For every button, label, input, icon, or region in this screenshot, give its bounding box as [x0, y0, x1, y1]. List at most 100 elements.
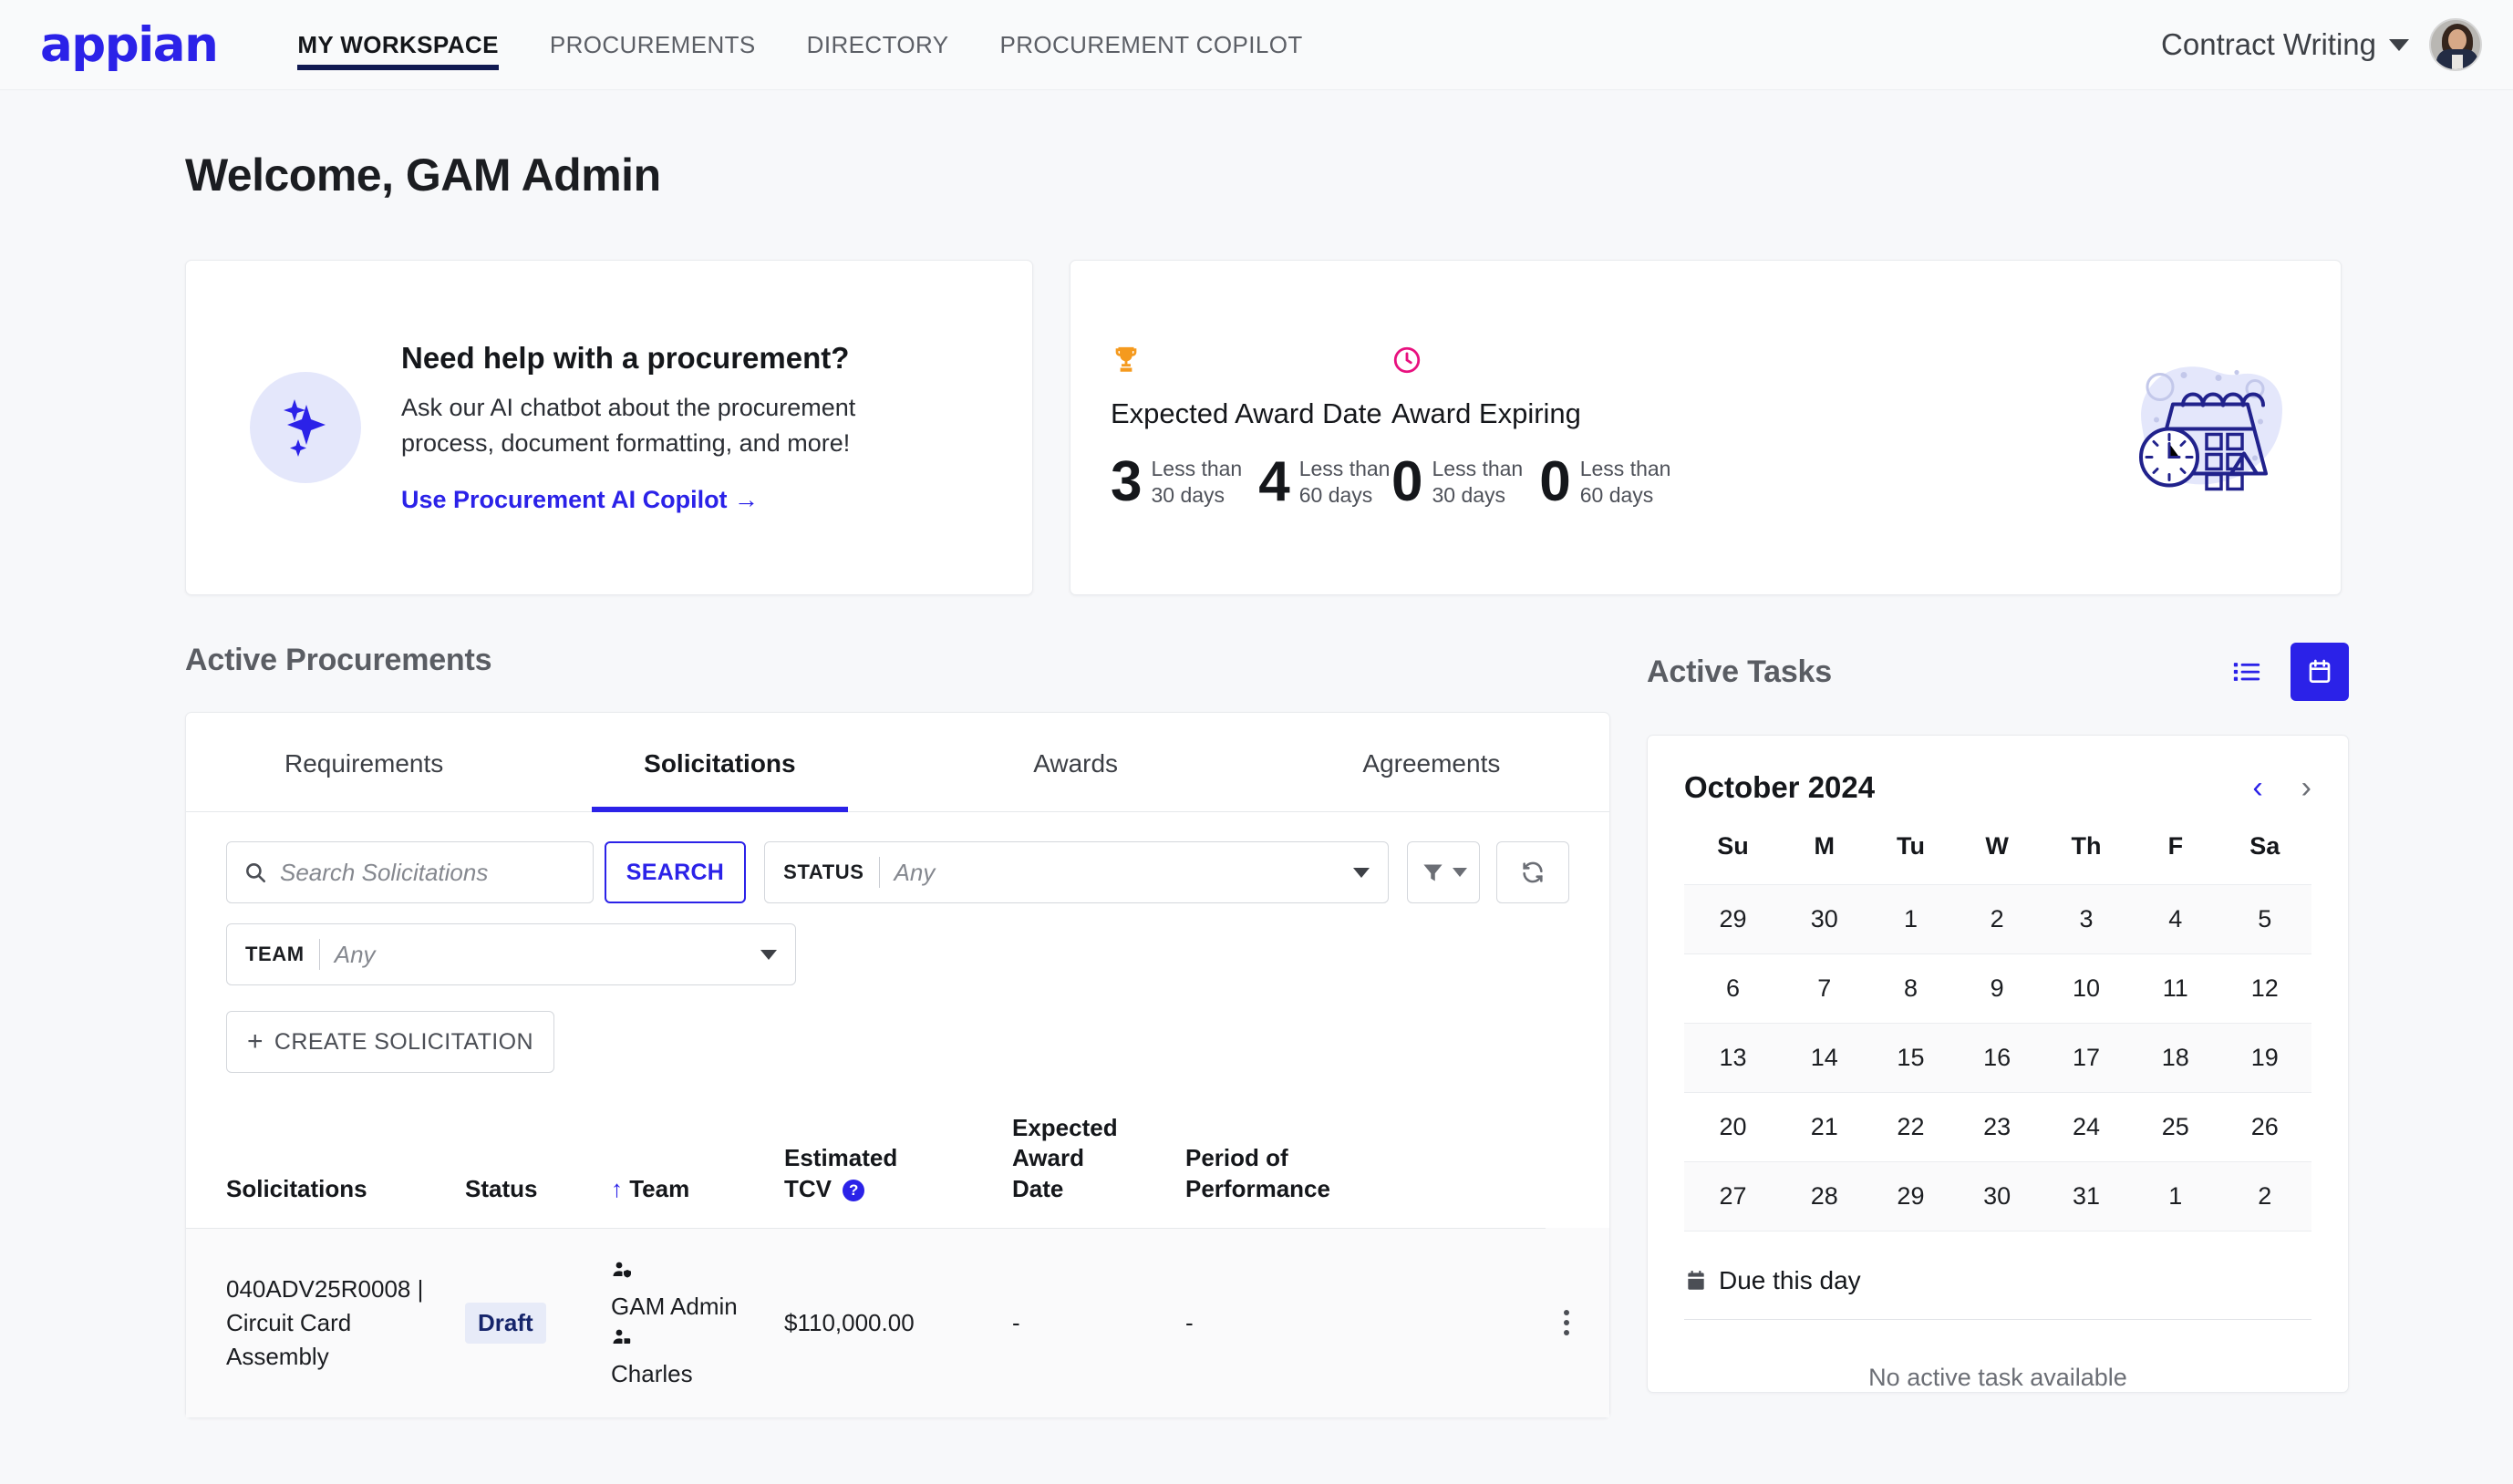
- list-view-button[interactable]: [2218, 643, 2276, 701]
- calendar-day[interactable]: 28: [1782, 1161, 1867, 1232]
- search-button[interactable]: SEARCH: [604, 841, 747, 903]
- column-header-period-of-performance[interactable]: Period of Performance: [1171, 1113, 1546, 1229]
- tab-solicitations[interactable]: Solicitations: [542, 713, 897, 812]
- weekday-sa: Sa: [2218, 832, 2311, 885]
- calendar-week-row: 20 21 22 23 24 25 26: [1684, 1092, 2311, 1162]
- main-nav-items: MY WORKSPACE PROCUREMENTS DIRECTORY PROC…: [272, 0, 1328, 90]
- filter-button[interactable]: [1407, 841, 1480, 903]
- calendar-day[interactable]: 27: [1684, 1161, 1783, 1232]
- calendar-day[interactable]: 26: [2218, 1092, 2311, 1162]
- calendar-day[interactable]: 13: [1684, 1023, 1783, 1093]
- create-solicitation-label: CREATE SOLICITATION: [274, 1028, 533, 1055]
- nav-item-procurement-copilot[interactable]: PROCUREMENT COPILOT: [974, 0, 1328, 90]
- calendar-day[interactable]: 1: [2133, 1161, 2218, 1232]
- column-header-status[interactable]: Status: [450, 1113, 596, 1229]
- calendar-clock-illustration-icon: [2116, 345, 2291, 510]
- status-filter-dropdown[interactable]: STATUS Any: [764, 841, 1389, 903]
- nav-item-procurements[interactable]: PROCUREMENTS: [524, 0, 781, 90]
- column-header-expected-award-date[interactable]: Expected Award Date: [998, 1113, 1171, 1229]
- tab-agreements[interactable]: Agreements: [1254, 713, 1609, 811]
- calendar-day[interactable]: 30: [1782, 884, 1867, 954]
- next-month-button[interactable]: ›: [2301, 772, 2311, 803]
- calendar-day[interactable]: 2: [1954, 884, 2040, 954]
- appian-logo[interactable]: appian: [24, 21, 219, 69]
- use-procurement-ai-copilot-link[interactable]: Use Procurement AI Copilot →: [401, 486, 759, 514]
- tab-awards[interactable]: Awards: [898, 713, 1254, 811]
- plus-icon: +: [247, 1026, 264, 1056]
- calendar-day[interactable]: 17: [2039, 1023, 2134, 1093]
- calendar-day[interactable]: 10: [2039, 953, 2134, 1024]
- team-filter-label: TEAM: [245, 943, 305, 965]
- calendar-week-row: 13 14 15 16 17 18 19: [1684, 1023, 2311, 1093]
- calendar-day[interactable]: 6: [1684, 953, 1783, 1024]
- calendar-body: 29 30 1 2 3 4 5 6 7 8 9 10 11 12 13 14 1…: [1684, 884, 2311, 1232]
- calendar-day[interactable]: 9: [1954, 953, 2040, 1024]
- calendar-day[interactable]: 4: [2133, 884, 2218, 954]
- calendar-day-selected[interactable]: 1: [1867, 884, 1955, 954]
- calendar-view-button[interactable]: [2291, 643, 2349, 701]
- calendar-day[interactable]: 14: [1782, 1023, 1867, 1093]
- calendar-day[interactable]: 25: [2133, 1092, 2218, 1162]
- calendar-day[interactable]: 15: [1867, 1023, 1955, 1093]
- previous-month-button[interactable]: ‹: [2252, 772, 2262, 803]
- calendar-day[interactable]: 3: [2039, 884, 2134, 954]
- refresh-button[interactable]: [1496, 841, 1569, 903]
- calendar-week-row: 29 30 1 2 3 4 5: [1684, 884, 2311, 954]
- cell-expected-award-date: -: [998, 1228, 1171, 1418]
- calendar-day[interactable]: 16: [1954, 1023, 2040, 1093]
- calendar-day[interactable]: 19: [2218, 1023, 2311, 1093]
- cell-team: GAM Admin Charles: [596, 1228, 770, 1418]
- create-solicitation-button[interactable]: + CREATE SOLICITATION: [226, 1011, 554, 1073]
- calendar-day[interactable]: 29: [1867, 1161, 1955, 1232]
- calendar-day[interactable]: 18: [2133, 1023, 2218, 1093]
- calendar-view-icon: [2309, 659, 2331, 683]
- user-menu-button[interactable]: Contract Writing: [2161, 27, 2409, 62]
- calendar-day[interactable]: 7: [1782, 953, 1867, 1024]
- kpi-metric: 0 Less than 30 days: [1391, 454, 1523, 510]
- row-actions-menu-icon[interactable]: [1560, 1310, 1573, 1336]
- calendar-day[interactable]: 24: [2039, 1092, 2134, 1162]
- column-header-estimated-tcv[interactable]: Estimated TCV ?: [770, 1113, 998, 1229]
- calendar-day[interactable]: 12: [2218, 953, 2311, 1024]
- table-header-row: Solicitations Status ↑ Team Estimated TCV…: [186, 1113, 1609, 1229]
- tab-requirements[interactable]: Requirements: [186, 713, 542, 811]
- calendar-day[interactable]: 29: [1684, 884, 1783, 954]
- calendar-day[interactable]: 8: [1867, 953, 1955, 1024]
- avatar[interactable]: [2429, 18, 2482, 71]
- weekday-m: M: [1782, 832, 1867, 885]
- summary-cards-row: Need help with a procurement? Ask our AI…: [185, 260, 2513, 595]
- nav-item-directory[interactable]: DIRECTORY: [781, 0, 975, 90]
- kpi-metrics: 0 Less than 30 days 0 Less than 60 days: [1391, 454, 1720, 510]
- weekday-f: F: [2133, 832, 2218, 885]
- award-summary-card: Expected Award Date 3 Less than 30 days …: [1070, 260, 2342, 595]
- weekday-th: Th: [2039, 832, 2134, 885]
- table-row[interactable]: 040ADV25R0008 | Circuit Card Assembly Dr…: [186, 1228, 1609, 1418]
- divider: [318, 939, 320, 970]
- nav-item-my-workspace[interactable]: MY WORKSPACE: [272, 0, 524, 90]
- kpi-metric: 4 Less than 60 days: [1258, 454, 1390, 510]
- search-input[interactable]: Search Solicitations: [226, 841, 594, 903]
- calendar-day[interactable]: 5: [2218, 884, 2311, 954]
- team-filter-dropdown[interactable]: TEAM Any: [226, 923, 796, 985]
- calendar-day[interactable]: 23: [1954, 1092, 2040, 1162]
- active-procurements-title: Active Procurements: [185, 643, 492, 677]
- kpi-label: Less than 60 days: [1299, 456, 1391, 510]
- page-title: Welcome, GAM Admin: [185, 149, 661, 201]
- calendar-day[interactable]: 11: [2133, 953, 2218, 1024]
- calendar-day[interactable]: 21: [1782, 1092, 1867, 1162]
- cell-solicitation-link[interactable]: 040ADV25R0008 | Circuit Card Assembly: [186, 1228, 450, 1418]
- calendar-day[interactable]: 20: [1684, 1092, 1783, 1162]
- kpi-label: Less than 30 days: [1151, 456, 1242, 510]
- active-tasks-column: Active Tasks October 2024 ‹ › Su M Tu W …: [1647, 643, 2349, 1418]
- kpi-title: Award Expiring: [1391, 397, 1581, 429]
- column-header-solicitations[interactable]: Solicitations: [186, 1113, 450, 1229]
- help-icon[interactable]: ?: [843, 1179, 865, 1201]
- column-header-team[interactable]: ↑ Team: [596, 1113, 770, 1229]
- empty-tasks-message: No active task available: [1868, 1364, 2127, 1391]
- calendar-day[interactable]: 22: [1867, 1092, 1955, 1162]
- calendar-day[interactable]: 31: [2039, 1161, 2134, 1232]
- calendar-day[interactable]: 30: [1954, 1161, 2040, 1232]
- chevron-down-icon: [1353, 867, 1370, 878]
- calendar-day[interactable]: 2: [2218, 1161, 2311, 1232]
- search-placeholder: Search Solicitations: [280, 858, 489, 886]
